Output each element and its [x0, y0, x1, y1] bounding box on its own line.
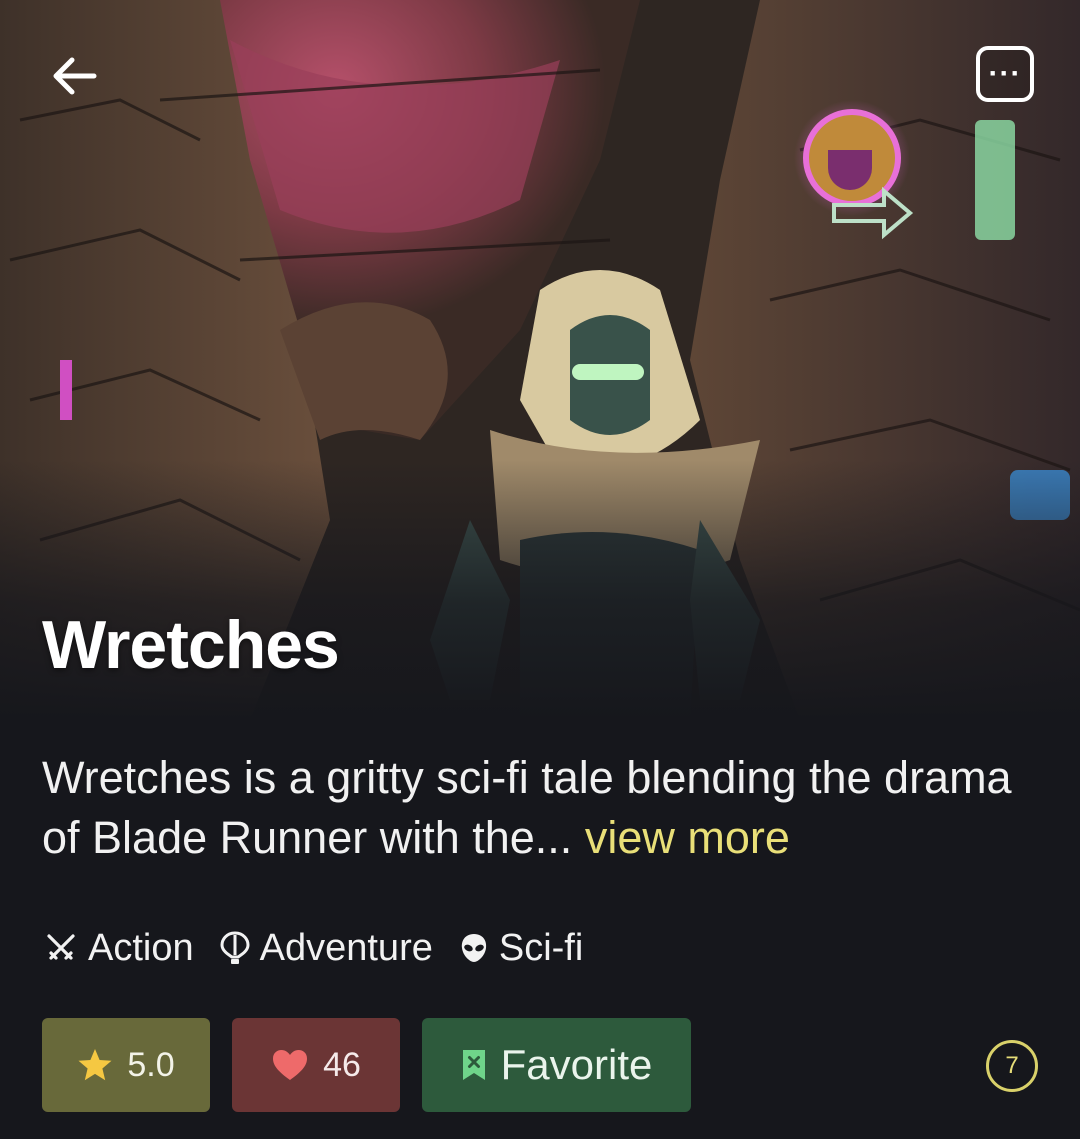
count-badge[interactable]: 7	[986, 1040, 1038, 1092]
bookmark-icon	[462, 1050, 485, 1080]
genre-tag-scifi[interactable]: Sci-fi	[459, 927, 583, 970]
genre-tag-adventure[interactable]: Adventure	[220, 927, 433, 970]
badge-value: 7	[1005, 1052, 1019, 1079]
comic-title: Wretches	[42, 607, 340, 683]
comic-description: Wretches is a gritty sci-fi tale blendin…	[42, 748, 1042, 868]
likes-count: 46	[323, 1045, 361, 1084]
genre-label: Sci-fi	[498, 926, 584, 969]
alien-icon	[461, 934, 487, 962]
rating-value: 5.0	[127, 1045, 175, 1084]
crossed-swords-icon	[47, 934, 75, 960]
star-icon	[78, 1049, 112, 1081]
genre-tag-action[interactable]: Action	[44, 927, 194, 970]
description-text: Wretches is a gritty sci-fi tale blendin…	[42, 752, 1012, 863]
back-button[interactable]	[44, 46, 104, 106]
action-bar: 5.0 46 Favorite	[42, 1018, 691, 1112]
genre-label: Action	[88, 926, 194, 969]
genre-label: Adventure	[259, 926, 433, 969]
hot-air-balloon-icon	[220, 931, 250, 964]
heart-icon	[273, 1050, 308, 1080]
more-options-button[interactable]: ···	[976, 46, 1034, 102]
rating-button[interactable]: 5.0	[42, 1018, 210, 1112]
favorite-label: Favorite	[500, 1041, 653, 1088]
more-dots-icon: ···	[988, 57, 1022, 90]
favorite-button[interactable]: Favorite	[422, 1018, 691, 1112]
arrow-left-icon	[53, 57, 97, 95]
genre-list: Action Adventure Sci-fi	[44, 920, 583, 976]
view-more-link[interactable]: view more	[585, 812, 790, 863]
like-button[interactable]: 46	[232, 1018, 400, 1112]
